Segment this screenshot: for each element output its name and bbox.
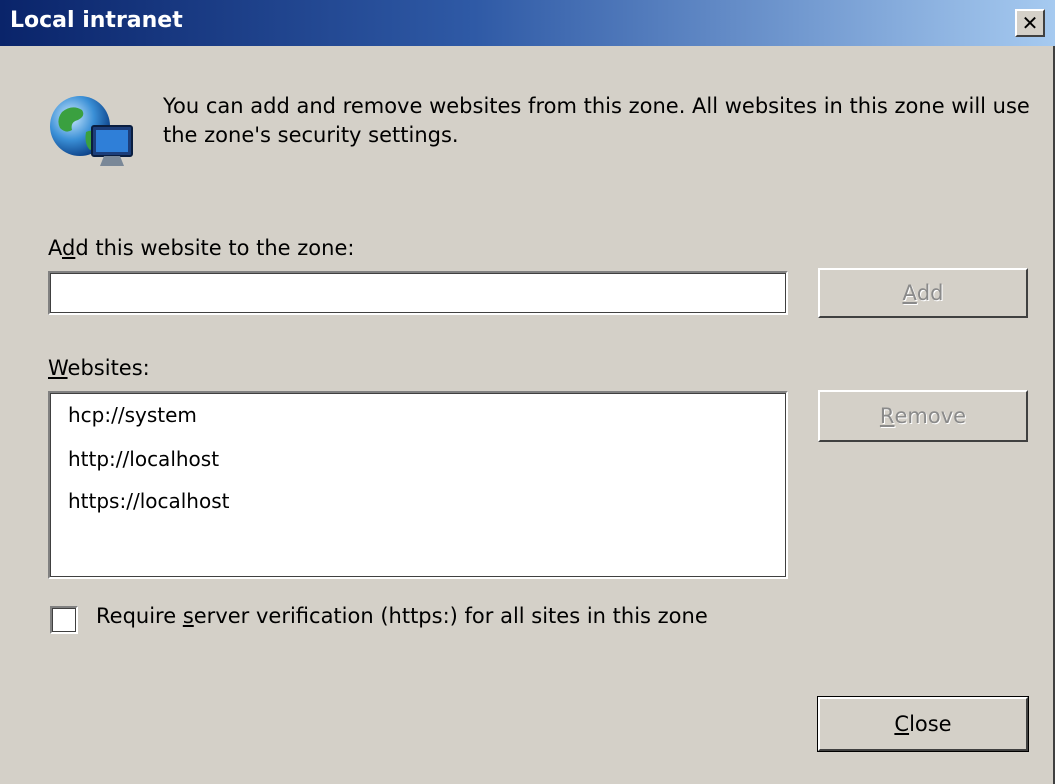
add-label-rest: d this website to the zone: (75, 236, 355, 260)
local-intranet-dialog: Local intranet ✕ You can add and remove … (0, 0, 1055, 784)
websites-list[interactable]: hcp://system http://localhost https://lo… (48, 391, 788, 579)
close-icon: ✕ (1021, 11, 1039, 35)
list-item[interactable]: https://localhost (68, 489, 229, 513)
list-item[interactable]: hcp://system (68, 403, 197, 427)
close-button-rest: lose (909, 712, 952, 736)
websites-label-mnemonic: W (48, 356, 68, 380)
title-bar[interactable]: Local intranet ✕ (0, 0, 1055, 46)
list-item[interactable]: http://localhost (68, 447, 219, 471)
add-button[interactable]: Add (818, 268, 1028, 318)
add-label-mnemonic: d (62, 236, 76, 260)
remove-button-rest: emove (894, 404, 967, 428)
verification-label-rest: erver verification (https:) for all site… (193, 604, 708, 628)
verification-label-mnemonic: s (182, 604, 194, 628)
add-website-label: Add this website to the zone: (48, 236, 354, 260)
websites-label: Websites: (48, 356, 150, 380)
close-button-mnemonic: C (894, 712, 910, 736)
add-button-rest: dd (916, 281, 944, 305)
window-title: Local intranet (10, 8, 183, 33)
add-label-prefix: A (48, 236, 62, 260)
require-verification-label[interactable]: Require server verification (https:) for… (96, 604, 708, 628)
add-button-mnemonic: A (902, 281, 917, 305)
require-verification-checkbox[interactable] (50, 606, 78, 634)
zone-description: You can add and remove websites from thi… (163, 94, 1030, 147)
verification-label-prefix: Require (96, 604, 183, 628)
close-button[interactable]: Close (817, 696, 1029, 752)
websites-label-rest: ebsites: (67, 356, 150, 380)
globe-computer-icon (50, 96, 133, 166)
website-input[interactable] (48, 271, 788, 315)
remove-button[interactable]: Remove (818, 390, 1028, 442)
close-window-button[interactable]: ✕ (1015, 9, 1045, 37)
remove-button-mnemonic: R (879, 404, 895, 428)
